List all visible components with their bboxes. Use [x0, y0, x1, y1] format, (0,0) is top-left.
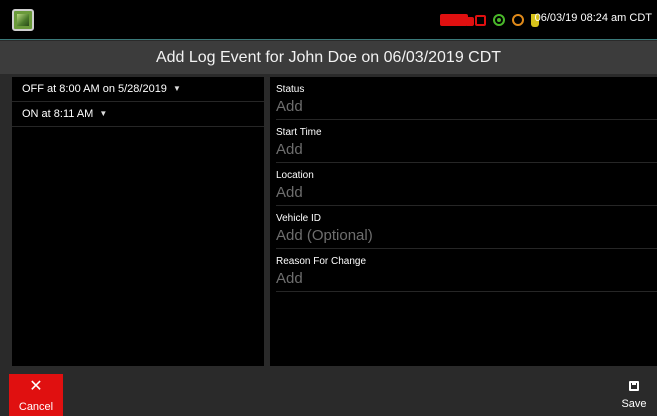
field-label: Reason For Change	[276, 256, 367, 267]
caret-down-icon: ▼	[99, 109, 108, 119]
vehicle-id-field[interactable]: Vehicle ID Add (Optional)	[276, 206, 657, 249]
log-event-label: OFF at 8:00 AM on 5/28/2019	[22, 83, 167, 95]
close-icon: ✕	[29, 378, 43, 395]
status-field[interactable]: Status Add	[276, 77, 657, 120]
field-label: Start Time	[276, 127, 322, 138]
vehicle-id-value[interactable]: Add (Optional)	[276, 226, 657, 246]
save-label: Save	[621, 398, 647, 410]
gps-icon[interactable]	[493, 14, 505, 26]
start-time-value[interactable]: Add	[276, 140, 657, 160]
status-clock: 06/03/19 08:24 am CDT	[534, 12, 652, 24]
status-value[interactable]: Add	[276, 97, 657, 117]
log-event-list: OFF at 8:00 AM on 5/28/2019 ▼ ON at 8:11 …	[12, 77, 264, 366]
event-form: Status Add Start Time Add Location Add V…	[270, 77, 657, 366]
status-icons	[440, 12, 539, 28]
location-value[interactable]: Add	[276, 183, 657, 203]
floppy-disk-icon	[629, 381, 639, 391]
field-label: Status	[276, 84, 305, 95]
log-event-item[interactable]: OFF at 8:00 AM on 5/28/2019 ▼	[12, 77, 264, 102]
signal-icon[interactable]	[512, 14, 524, 26]
truck-icon[interactable]	[440, 14, 474, 26]
status-bar: 06/03/19 08:24 am CDT	[0, 0, 657, 40]
reason-for-change-value[interactable]: Add	[276, 269, 657, 289]
calendar-icon[interactable]	[475, 14, 486, 26]
save-button[interactable]: Save	[611, 374, 657, 416]
cancel-button[interactable]: ✕ Cancel	[9, 374, 63, 416]
log-event-item[interactable]: ON at 8:11 AM ▼	[12, 102, 264, 127]
action-bar: ✕ Cancel Save	[0, 374, 657, 416]
page-title: Add Log Event for John Doe on 06/03/2019…	[0, 41, 657, 74]
cancel-label: Cancel	[18, 401, 54, 413]
location-field[interactable]: Location Add	[276, 163, 657, 206]
start-time-field[interactable]: Start Time Add	[276, 120, 657, 163]
field-label: Vehicle ID	[276, 213, 322, 224]
field-label: Location	[276, 170, 314, 181]
app-icon[interactable]	[12, 9, 34, 31]
caret-down-icon: ▼	[172, 84, 181, 94]
reason-for-change-field[interactable]: Reason For Change Add	[276, 249, 657, 292]
log-event-label: ON at 8:11 AM	[22, 108, 94, 120]
